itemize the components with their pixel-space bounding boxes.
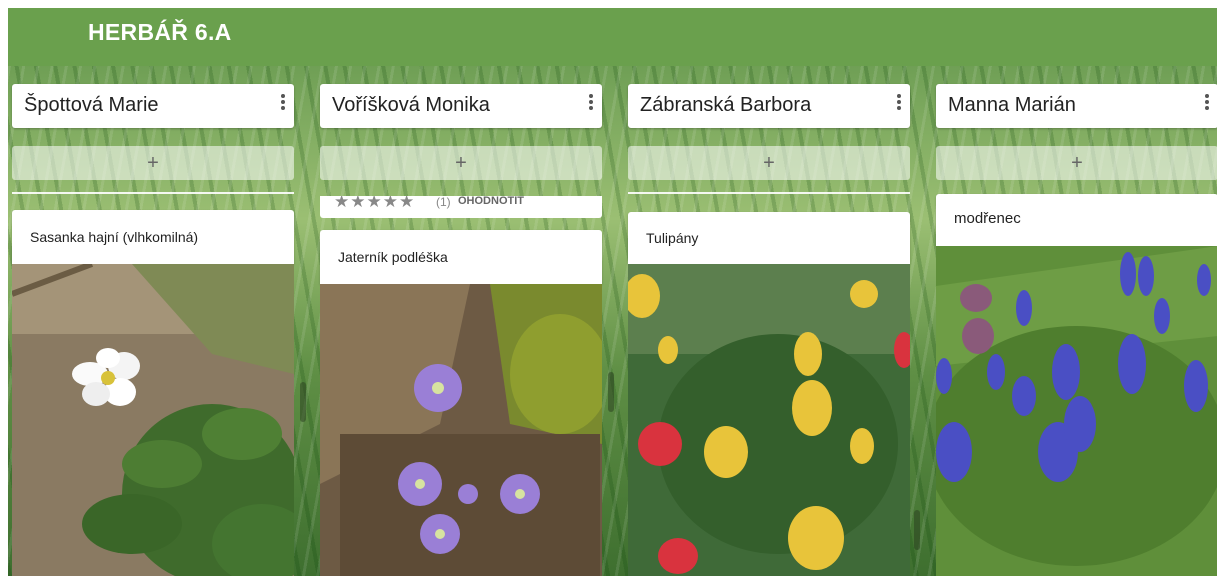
divider — [628, 192, 910, 194]
scrollbar-handle[interactable] — [914, 510, 920, 550]
post-image-anemone[interactable] — [12, 264, 294, 576]
scrollbar-handle[interactable] — [608, 372, 614, 412]
scrollbar-handle[interactable] — [300, 382, 306, 422]
post-card[interactable]: modřenec — [936, 194, 1217, 246]
column-header: Špottová Marie — [12, 84, 294, 128]
rating-stars[interactable]: ★★★★★ — [334, 196, 415, 212]
column-title: Voříšková Monika — [332, 94, 490, 116]
more-options-icon[interactable] — [894, 92, 904, 114]
more-options-icon[interactable] — [278, 92, 288, 114]
divider — [12, 192, 294, 194]
add-post-button[interactable]: + — [628, 146, 910, 180]
post-title: Tulipány — [646, 230, 699, 246]
add-post-button[interactable]: + — [12, 146, 294, 180]
column-manna: Manna Marián + modřenec — [936, 66, 1217, 576]
add-post-button[interactable]: + — [320, 146, 602, 180]
post-title: Jaterník podléška — [338, 249, 448, 265]
column-zabranska: Zábranská Barbora + Tulipány — [628, 66, 910, 576]
rating-count: (1) — [436, 196, 451, 209]
app-frame: HERBÁŘ 6.A Špottová Marie + Sasanka hajn… — [8, 8, 1217, 576]
more-options-icon[interactable] — [1202, 92, 1212, 114]
board[interactable]: Špottová Marie + Sasanka hajní (vlhkomil… — [8, 66, 1217, 576]
more-options-icon[interactable] — [586, 92, 596, 114]
post-card[interactable]: Jaterník podléška — [320, 230, 602, 284]
top-bar: HERBÁŘ 6.A — [8, 8, 1217, 66]
column-header: Voříšková Monika — [320, 84, 602, 128]
post-card[interactable]: Sasanka hajní (vlhkomilná) — [12, 210, 294, 264]
column-spottova: Špottová Marie + Sasanka hajní (vlhkomil… — [12, 66, 294, 576]
column-title: Zábranská Barbora — [640, 94, 812, 116]
post-title: Sasanka hajní (vlhkomilná) — [30, 229, 199, 245]
rate-button[interactable]: OHODNOTIT — [458, 196, 524, 207]
add-post-button[interactable]: + — [936, 146, 1217, 180]
post-title: modřenec — [954, 210, 1021, 227]
post-card[interactable]: Tulipány — [628, 212, 910, 264]
column-header: Manna Marián — [936, 84, 1217, 128]
column-title: Špottová Marie — [24, 94, 159, 116]
page-title: HERBÁŘ 6.A — [88, 19, 232, 45]
column-voriskova: Voříšková Monika + ★★★★★ (1) OHODNOTIT J… — [320, 66, 602, 576]
column-header: Zábranská Barbora — [628, 84, 910, 128]
post-image-muscari[interactable] — [936, 246, 1217, 576]
post-image-hepatica[interactable] — [320, 284, 602, 576]
rating-row: ★★★★★ (1) OHODNOTIT — [320, 196, 602, 218]
column-title: Manna Marián — [948, 94, 1076, 116]
post-image-tulips[interactable] — [628, 264, 910, 576]
